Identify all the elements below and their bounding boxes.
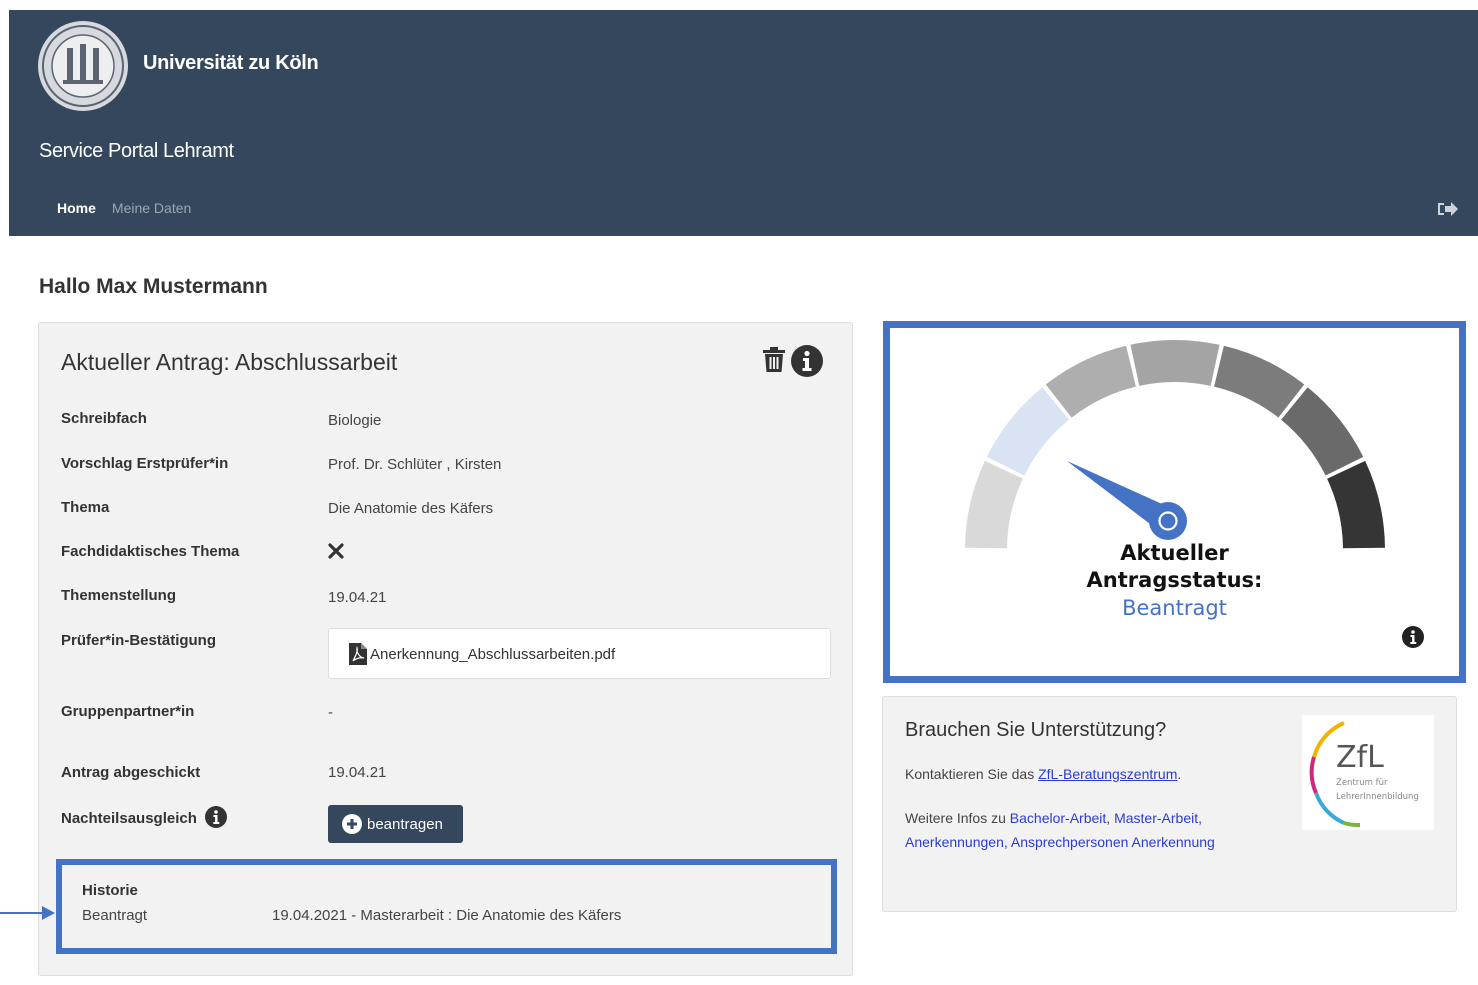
button-label: beantragen [367,816,443,833]
svg-text:LehrerInnenbildung: LehrerInnenbildung [1336,792,1419,802]
label-fachdidaktik: Fachdidaktisches Thema [61,543,240,560]
close-icon [328,543,344,559]
status-label-line1: Aktueller [1120,541,1229,565]
label-themenstellung: Themenstellung [61,587,177,604]
trash-icon[interactable] [762,347,786,373]
beantragen-button[interactable]: beantragen [328,805,463,843]
value-schreibfach: Biologie [328,412,382,429]
history-entry: 19.04.2021 - Masterarbeit : Die Anatomie… [272,907,622,924]
callout-arrow-icon [0,906,55,920]
status-label-line2: Antragsstatus: [1086,568,1263,592]
portal-title[interactable]: Service Portal Lehramt [39,140,234,163]
link-master-arbeit[interactable]: Master-Arbeit [1114,810,1198,826]
label-schreibfach: Schreibfach [61,410,147,427]
label-erstpruefer: Vorschlag Erstprüfer*in [61,455,229,472]
link-zfl-beratungszentrum[interactable]: ZfL-Beratungszentrum [1038,766,1177,782]
info-prefix: Weitere Infos zu [905,810,1010,826]
pdf-file-icon [349,643,367,665]
history-title: Historie [82,882,138,899]
link-anerkennungen[interactable]: Anerkennungen [905,834,1004,850]
contact-suffix: . [1177,766,1182,782]
plus-circle-icon [342,814,362,834]
gauge-segment-1 [965,460,1023,549]
application-title: Aktueller Antrag: Abschlussarbeit [61,349,398,375]
nav-meine-daten[interactable]: Meine Daten [112,200,191,216]
file-attachment[interactable]: Anerkennung_Abschlussarbeiten.pdf [328,628,831,679]
page-header: Universität zu Köln Service Portal Lehra… [9,10,1478,236]
label-gruppenpartner: Gruppenpartner*in [61,703,195,720]
label-nachteilsausgleich: Nachteilsausgleich [61,806,228,828]
info-icon[interactable] [791,345,823,377]
value-erstpruefer: Prof. Dr. Schlüter , Kirsten [328,456,502,473]
value-abgeschickt: 19.04.21 [328,764,387,781]
link-ansprechpersonen[interactable]: Ansprechpersonen Anerkennung [1011,834,1215,850]
gauge-segment-3 [1045,345,1136,418]
support-contact: Kontaktieren Sie das ZfL-Beratungszentru… [905,766,1181,782]
gauge-needle-hub [1149,502,1187,540]
zfl-logo: ZfL Zentrum für LehrerInnenbildung [1302,715,1434,830]
value-gruppenpartner: - [328,704,333,721]
value-themenstellung: 19.04.21 [328,589,387,606]
support-title: Brauchen Sie Unterstützung? [905,719,1167,741]
svg-text:ZfL: ZfL [1336,740,1384,775]
gauge-segment-5 [1214,345,1305,418]
svg-text:Zentrum für: Zentrum für [1336,778,1388,788]
label-abgeschickt: Antrag abgeschickt [61,764,201,781]
file-name: Anerkennung_Abschlussarbeiten.pdf [370,646,616,663]
gauge-segment-4 [1130,340,1220,386]
greeting: Hallo Max Mustermann [39,275,268,298]
contact-prefix: Kontaktieren Sie das [905,766,1039,782]
university-name: Universität zu Köln [143,52,319,74]
logout-icon[interactable] [1436,200,1458,218]
status-card: Aktueller Antragsstatus: Beantragt [883,321,1466,683]
value-thema: Die Anatomie des Käfers [328,500,494,517]
label-bestaetigung: Prüfer*in-Bestätigung [61,632,217,649]
main-nav: Home Meine Daten [57,200,191,216]
gauge-segment-6 [1281,387,1364,476]
history-status: Beantragt [82,907,148,924]
nachteilsausgleich-text: Nachteilsausgleich [61,810,197,827]
gauge-segment-2 [986,387,1069,476]
university-seal-icon [38,21,128,111]
history-section: Historie Beantragt 19.04.2021 - Masterar… [56,859,837,954]
status-value: Beantragt [1122,596,1227,620]
support-info: Weitere Infos zu Bachelor-Arbeit, Master… [905,810,1215,850]
info-icon[interactable] [205,806,228,828]
gauge-segment-7 [1327,460,1385,549]
label-thema: Thema [61,499,110,516]
nav-home[interactable]: Home [57,200,96,216]
support-card: Brauchen Sie Unterstützung? Kontaktieren… [882,696,1457,912]
link-bachelor-arbeit[interactable]: Bachelor-Arbeit [1010,810,1107,826]
status-gauge [965,340,1385,549]
info-icon[interactable] [1402,626,1424,648]
